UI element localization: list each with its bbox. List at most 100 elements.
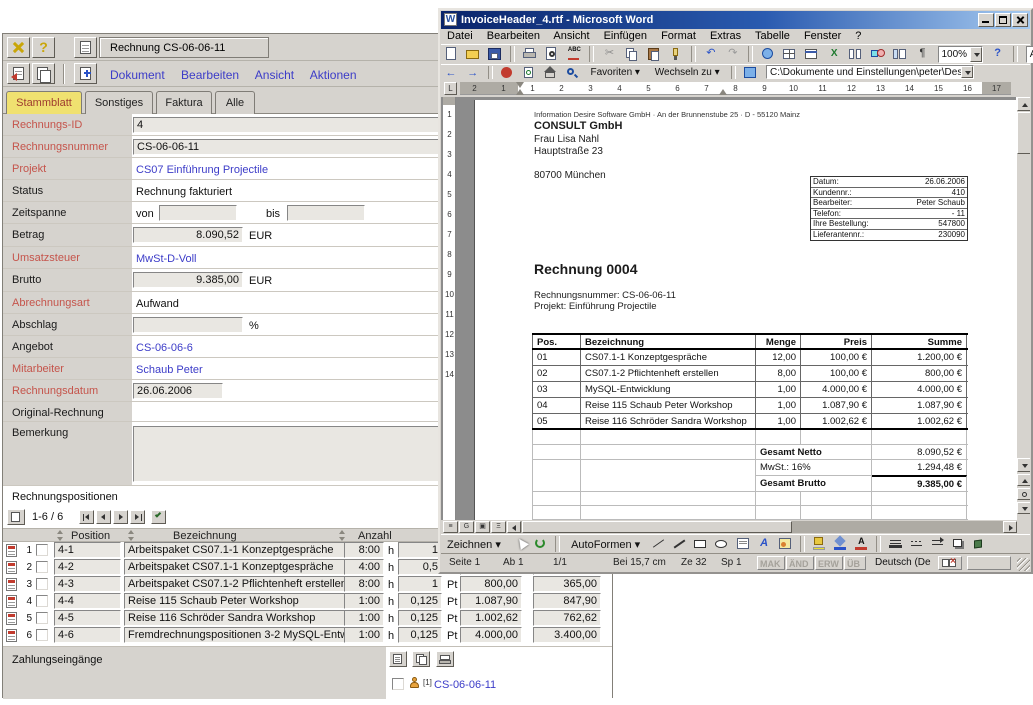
zeichnen-menu[interactable]: Zeichnen ▾ [441, 535, 507, 553]
row-checkbox[interactable] [36, 595, 48, 607]
dash-style-icon[interactable] [908, 536, 925, 552]
scroll-up-icon[interactable] [1017, 97, 1030, 111]
right-indent-marker[interactable] [719, 89, 727, 95]
cut-icon[interactable]: ✂ [601, 46, 619, 63]
tab-faktura[interactable]: Faktura [156, 91, 212, 114]
drawing-icon[interactable] [869, 46, 887, 63]
sort-position-icon[interactable] [56, 530, 65, 541]
row-checkbox[interactable] [36, 561, 48, 573]
browse-prev-icon[interactable] [1017, 474, 1030, 486]
new-document-button[interactable] [74, 63, 97, 84]
print-icon[interactable] [521, 46, 539, 63]
faktor-input[interactable]: 0,125 [398, 610, 442, 626]
anzahl-input[interactable]: 8:00 [344, 542, 384, 558]
mitarbeiter-link[interactable]: Schaub Peter [136, 364, 203, 376]
zahlungen-print-button[interactable] [436, 651, 454, 667]
close-button[interactable] [7, 37, 30, 58]
summe-input[interactable]: 3.400,00 [533, 627, 601, 643]
scroll-down-icon[interactable] [1017, 458, 1030, 472]
faktor-input[interactable]: 1 [398, 576, 442, 592]
tab-sonstiges[interactable]: Sonstiges [85, 91, 153, 114]
shadow-icon[interactable] [950, 536, 967, 552]
preis-input[interactable]: 1.087,90 [460, 593, 522, 609]
rectangle-icon[interactable] [692, 536, 709, 552]
position-row-icon[interactable] [6, 561, 17, 574]
help-button[interactable]: ? [32, 37, 55, 58]
menu-ansicht[interactable]: Ansicht [255, 68, 294, 82]
tab-selector-icon[interactable]: L [444, 82, 457, 95]
zahlungen-report-button[interactable] [389, 651, 407, 667]
position-row-icon[interactable] [6, 595, 17, 608]
insert-table-icon[interactable] [803, 46, 821, 63]
zeitspanne-von-input[interactable] [159, 205, 237, 221]
select-pointer-icon[interactable] [511, 536, 528, 552]
clipart-icon[interactable] [777, 536, 794, 552]
spellcheck-status-icon[interactable] [938, 556, 962, 570]
fill-color-icon[interactable] [811, 536, 828, 552]
position-row-icon[interactable] [6, 544, 17, 557]
document-icon-button[interactable] [74, 37, 97, 58]
summe-input[interactable]: 847,90 [533, 593, 601, 609]
new-document-icon[interactable] [442, 46, 460, 63]
menu-datei[interactable]: Datei [447, 30, 473, 42]
position-input[interactable]: 4-3 [54, 576, 121, 592]
summe-input[interactable]: 762,62 [533, 610, 601, 626]
weblayout-view-icon[interactable]: G [459, 521, 474, 533]
line-icon[interactable] [650, 536, 667, 552]
betrag-input[interactable]: 8.090,52 [133, 227, 243, 243]
preis-input[interactable]: 1.002,62 [460, 610, 522, 626]
rechnungsdatum-input[interactable]: 26.06.2006 [133, 383, 223, 399]
pager-prev-icon[interactable] [96, 510, 111, 524]
tab-stammblatt[interactable]: Stammblatt [6, 91, 82, 114]
hscroll-thumb[interactable] [522, 521, 792, 533]
paste-icon[interactable] [645, 46, 663, 63]
status-mak[interactable]: MAK [757, 556, 785, 570]
menu-format[interactable]: Format [661, 30, 696, 42]
zahlung-link[interactable]: CS-06-06-11 [434, 679, 496, 691]
scrollbar-thumb[interactable] [1017, 112, 1030, 154]
angebot-link[interactable]: CS-06-06-6 [136, 342, 193, 354]
status-aend[interactable]: ÄND [786, 556, 814, 570]
stop-icon[interactable] [498, 66, 516, 80]
select-all-checkbox[interactable] [151, 510, 166, 524]
menu-bearbeiten[interactable]: Bearbeiten [181, 68, 239, 82]
normal-view-icon[interactable]: ≡ [443, 521, 458, 533]
summe-input[interactable]: 365,00 [533, 576, 601, 592]
menu-hilfe[interactable]: ? [855, 30, 861, 42]
anzahl-input[interactable]: 1:00 [344, 593, 384, 609]
pager-next-icon[interactable] [113, 510, 128, 524]
save-import-button[interactable] [7, 63, 30, 84]
threed-icon[interactable] [971, 536, 988, 552]
anzahl-input[interactable]: 1:00 [344, 610, 384, 626]
format-painter-icon[interactable] [667, 46, 685, 63]
line-style-icon[interactable] [887, 536, 904, 552]
free-rotate-icon[interactable] [532, 536, 549, 552]
bezeichnung-input[interactable]: Fremdrechnungspositionen 3-2 MySQL-Entw [124, 627, 346, 643]
zeitspanne-bis-input[interactable] [287, 205, 365, 221]
col-anzahl[interactable]: Anzahl [358, 530, 392, 542]
preis-input[interactable]: 800,00 [460, 576, 522, 592]
tables-borders-icon[interactable] [781, 46, 799, 63]
document-map-icon[interactable] [891, 46, 909, 63]
address-combobox[interactable]: C:\Dokumente und Einstellungen\peter\Des… [766, 65, 974, 79]
help-icon[interactable]: ? [989, 46, 1007, 63]
anzahl-input[interactable]: 4:00 [344, 559, 384, 575]
horizontal-ruler[interactable]: 2 1 1 2 3 4 5 6 7 8 9 10 11 12 13 14 15 … [460, 82, 1011, 95]
close-icon[interactable] [1012, 13, 1028, 27]
copy-icon[interactable] [623, 46, 641, 63]
browse-object-icon[interactable] [1017, 488, 1030, 500]
columns-icon[interactable] [847, 46, 865, 63]
open-icon[interactable] [464, 46, 482, 63]
zahlungen-copy-button[interactable] [412, 651, 430, 667]
printlayout-view-icon[interactable]: ▣ [475, 521, 490, 533]
outline-view-icon[interactable]: Ξ [491, 521, 506, 533]
resize-grip[interactable] [1017, 558, 1030, 571]
menu-dokument[interactable]: Dokument [110, 68, 165, 82]
anzahl-input[interactable]: 8:00 [344, 576, 384, 592]
status-language[interactable]: Deutsch (De [871, 556, 935, 570]
position-row-icon[interactable] [6, 578, 17, 591]
menu-einfuegen[interactable]: Einfügen [604, 30, 647, 42]
bezeichnung-input[interactable]: Arbeitspaket CS07.1-2 Pflichtenheft erst… [124, 576, 346, 592]
arrow-style-icon[interactable] [929, 536, 946, 552]
spelling-icon[interactable]: ABC [565, 46, 583, 63]
